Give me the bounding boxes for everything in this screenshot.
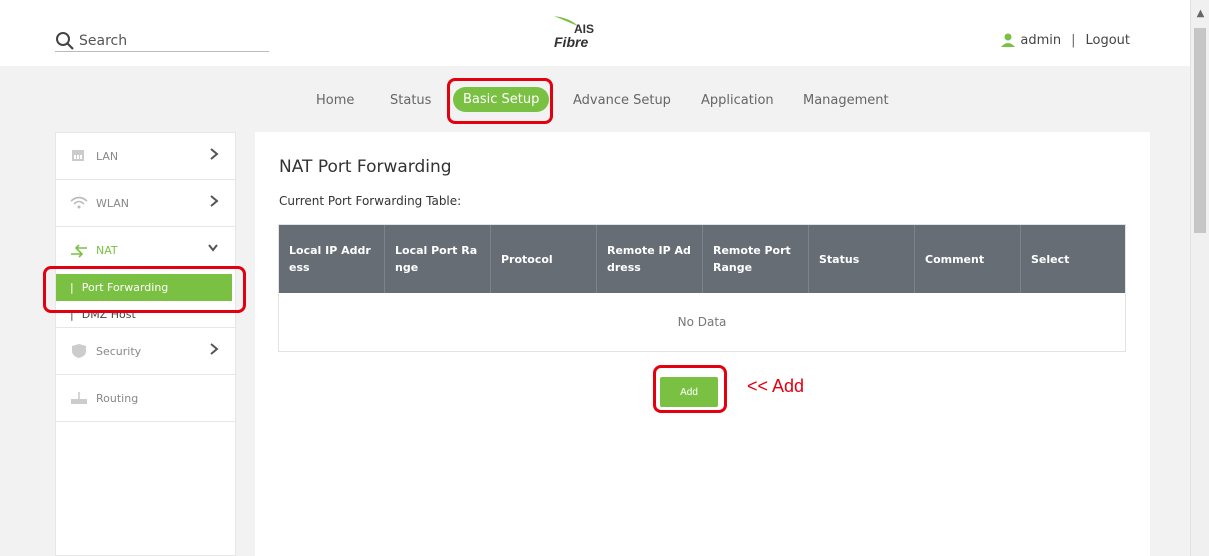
- nav-home[interactable]: Home: [316, 93, 354, 108]
- col-comment: Comment: [915, 225, 1021, 293]
- highlight-basic-setup: [447, 78, 553, 124]
- sidebar-item-label: Routing: [96, 391, 139, 405]
- sidebar-item-label: Security: [96, 344, 142, 358]
- chevron-right-icon: [210, 148, 219, 160]
- port-forwarding-table: Local IP Addr ess Local Port Ra nge Prot…: [278, 224, 1126, 352]
- ais-fibre-logo: AIS Fibre: [548, 14, 612, 54]
- sidebar-item-security[interactable]: Security: [56, 328, 235, 375]
- search-box[interactable]: Search: [55, 30, 269, 52]
- user-icon: [1001, 33, 1016, 47]
- sidebar-item-label: WLAN: [96, 196, 130, 210]
- main-nav: Home Status Basic Setup Advance Setup Ap…: [0, 66, 1190, 132]
- nav-advance-setup[interactable]: Advance Setup: [573, 93, 671, 108]
- highlight-port-forwarding: [43, 266, 246, 313]
- add-annotation: << Add: [747, 376, 805, 396]
- col-select: Select: [1031, 252, 1070, 266]
- table-header: Local IP Addr ess Local Port Ra nge Prot…: [279, 225, 1125, 293]
- col-local-ip: Local IP Addr ess: [279, 225, 385, 293]
- col-local-port: Local Port Ra nge: [385, 225, 491, 293]
- empty-row: No Data: [279, 293, 1125, 351]
- chevron-right-icon: [210, 343, 219, 355]
- scroll-thumb[interactable]: [1194, 28, 1206, 233]
- search-icon: [56, 31, 74, 50]
- username: admin: [1020, 32, 1062, 48]
- logout-link[interactable]: Logout: [1085, 33, 1130, 48]
- scroll-up-icon[interactable]: ▲: [1191, 8, 1209, 19]
- logo-subtext: Fibre: [554, 34, 589, 50]
- search-input[interactable]: Search: [79, 33, 127, 49]
- sidebar: LAN WLAN NAT | Port Forwarding | DMZ Hos…: [55, 132, 236, 556]
- sidebar-item-lan[interactable]: LAN: [56, 133, 235, 180]
- table-title: Current Port Forwarding Table:: [279, 194, 462, 208]
- nav-management[interactable]: Management: [803, 93, 889, 108]
- chevron-right-icon: [210, 195, 219, 207]
- col-remote-port: Remote Port Range: [703, 225, 809, 293]
- router-icon: [71, 392, 87, 404]
- user-area: admin | Logout: [1000, 32, 1130, 48]
- highlight-add-button: [653, 365, 727, 413]
- main-content: NAT Port Forwarding Current Port Forward…: [255, 132, 1150, 556]
- page-scrollbar[interactable]: ▲: [1190, 0, 1209, 556]
- nav-application[interactable]: Application: [701, 93, 774, 108]
- sidebar-item-wlan[interactable]: WLAN: [56, 180, 235, 227]
- col-status: Status: [809, 225, 915, 293]
- col-protocol: Protocol: [491, 225, 597, 293]
- lan-icon: [72, 150, 84, 161]
- sidebar-item-label: LAN: [96, 149, 119, 163]
- user-separator: |: [1071, 32, 1076, 48]
- page-title: NAT Port Forwarding: [279, 157, 452, 177]
- col-remote-ip: Remote IP Ad dress: [597, 225, 703, 293]
- nat-arrows-icon: [71, 243, 87, 258]
- chevron-down-icon: [208, 244, 218, 252]
- wifi-icon: [70, 196, 88, 209]
- sidebar-item-label: NAT: [96, 244, 118, 257]
- top-header: Search AIS Fibre admin | Logout: [0, 0, 1190, 66]
- sidebar-item-routing[interactable]: Routing: [56, 375, 235, 422]
- shield-icon: [72, 344, 86, 358]
- nav-status[interactable]: Status: [390, 93, 431, 108]
